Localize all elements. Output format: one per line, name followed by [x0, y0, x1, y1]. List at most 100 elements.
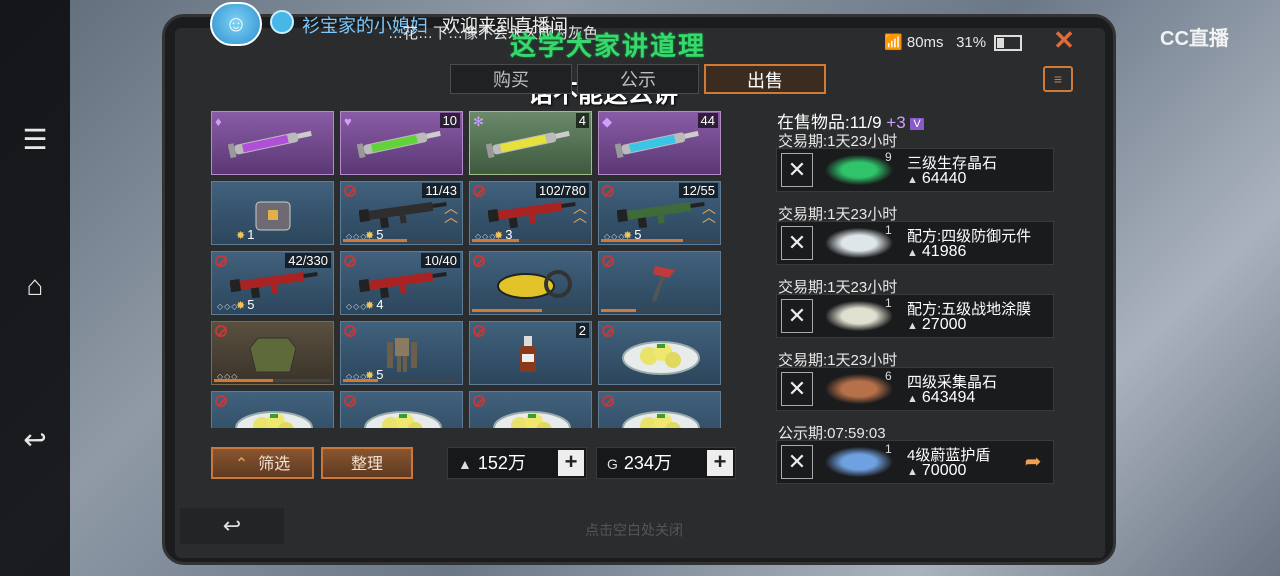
item-count: 11/43	[422, 183, 460, 198]
credit-amount: 152万	[477, 453, 526, 473]
item-level: 1	[236, 227, 254, 242]
sale-price: 70000	[907, 462, 967, 480]
remove-listing-icon[interactable]: ✕	[781, 372, 813, 406]
inventory-slot[interactable]	[598, 391, 721, 428]
untradable-icon	[602, 325, 614, 337]
filter-button[interactable]: ⌃ 筛选	[211, 447, 314, 479]
syringe-yellow-icon	[485, 124, 570, 159]
red-rifle-icon	[358, 264, 447, 299]
currency-gold: G 234万 +	[596, 447, 736, 479]
credit-icon: ▲	[458, 456, 472, 472]
close-hint: 点击空白处关闭	[585, 522, 683, 538]
item-level: 4	[365, 297, 383, 312]
inventory-slot[interactable]: 11/43◇◇◇5︿︿	[340, 181, 463, 245]
sale-row[interactable]: ✕6四级采集晶石643494	[776, 367, 1054, 411]
inventory-slot[interactable]: 42/330◇◇◇5	[211, 251, 334, 315]
inventory-slot[interactable]	[340, 391, 463, 428]
add-credits-button[interactable]: +	[558, 450, 584, 476]
untradable-icon	[344, 325, 356, 337]
inventory-slot[interactable]: ♥ 10	[340, 111, 463, 175]
inventory-slot[interactable]: ◇◇◇	[211, 321, 334, 385]
rarity-corner-icon: ♦	[215, 114, 222, 129]
inventory-slot[interactable]: 102/780◇◇◇3︿︿	[469, 181, 592, 245]
sale-row[interactable]: ✕1配方:四级防御元件41986	[776, 221, 1054, 265]
inventory-slot[interactable]	[211, 391, 334, 428]
trade-log-icon[interactable]: ≡	[1043, 66, 1073, 92]
durability-bar	[601, 239, 718, 242]
sale-row[interactable]: ✕14级蔚蓝护盾70000➦	[776, 440, 1054, 484]
battery-icon	[994, 35, 1023, 52]
item-count: 42/330	[285, 253, 331, 268]
tab-buy[interactable]: 购买	[450, 64, 572, 94]
food-plate-icon	[621, 336, 700, 375]
menu-icon[interactable]: ☰	[15, 120, 55, 160]
untradable-icon	[215, 255, 227, 267]
food-plate-icon	[621, 406, 700, 428]
untradable-icon	[473, 325, 485, 337]
inventory-slot[interactable]: 10/40◇◇◇4	[340, 251, 463, 315]
inventory-slot[interactable]: ♦	[211, 111, 334, 175]
ping-text: 80ms	[906, 34, 944, 51]
battery-text: 31%	[956, 34, 987, 51]
upgrade-chevron-icon: ︿ ︿	[702, 200, 716, 225]
untradable-icon	[215, 395, 227, 407]
inventory-slot[interactable]: 2	[469, 321, 592, 385]
tab-sell[interactable]: 出售	[704, 64, 826, 94]
durability-bar	[214, 379, 331, 382]
untradable-icon	[602, 395, 614, 407]
inventory-slot[interactable]: 12/55◇◇◇5︿︿	[598, 181, 721, 245]
sale-price: 643494	[907, 389, 975, 407]
sale-qty: 6	[885, 369, 892, 383]
sale-entry: 交易期:1天23小时✕6四级采集晶石643494	[776, 349, 1054, 417]
streamer-avatar[interactable]: ☺	[210, 2, 262, 46]
remove-listing-icon[interactable]: ✕	[781, 226, 813, 260]
sale-row[interactable]: ✕9三级生存晶石64440	[776, 148, 1054, 192]
inventory-slot[interactable]: 1	[211, 181, 334, 245]
durability-bar	[472, 309, 589, 312]
durability-bar	[343, 239, 460, 242]
sale-price: 41986	[907, 243, 967, 261]
sort-button[interactable]: 整理	[321, 447, 413, 479]
remove-listing-icon[interactable]: ✕	[781, 299, 813, 333]
inventory-slot[interactable]: ◆ 44	[598, 111, 721, 175]
syringe-green-icon	[356, 124, 441, 159]
remove-listing-icon[interactable]: ✕	[781, 153, 813, 187]
untradable-icon	[602, 185, 614, 197]
gold-amount: 234万	[623, 453, 672, 473]
add-gold-button[interactable]: +	[707, 450, 733, 476]
inventory-slot[interactable]	[469, 251, 592, 315]
chainsaw-icon	[496, 264, 572, 299]
home-icon[interactable]: ⌂	[15, 266, 55, 306]
back-nav-icon[interactable]: ↩	[15, 420, 55, 460]
rarity-corner-icon: ✻	[473, 114, 484, 129]
inventory-slot[interactable]	[598, 251, 721, 315]
item-count: 10	[439, 113, 460, 128]
inventory-slot[interactable]: ◇◇◇5	[340, 321, 463, 385]
tab-public[interactable]: 公示	[577, 64, 699, 94]
food-plate-icon	[363, 406, 442, 428]
inventory-slot[interactable]	[598, 321, 721, 385]
syringe-purple-icon	[227, 124, 312, 159]
inventory-slot[interactable]	[469, 391, 592, 428]
remove-listing-icon[interactable]: ✕	[781, 445, 813, 479]
exoskeleton-icon	[367, 334, 437, 372]
return-icon[interactable]: ↩	[180, 508, 284, 544]
item-level: 5	[236, 297, 254, 312]
durability-bar	[601, 309, 718, 312]
durability-bar	[343, 379, 460, 382]
share-icon[interactable]: ➦	[1019, 449, 1047, 475]
inventory-slot[interactable]: ✻ 4	[469, 111, 592, 175]
sale-row[interactable]: ✕1配方:五级战地涂膜27000	[776, 294, 1054, 338]
filter-label: 筛选	[258, 456, 291, 473]
sale-entry: 公示期:07:59:03✕14级蔚蓝护盾70000➦	[776, 422, 1054, 484]
close-icon[interactable]: ✕	[1050, 26, 1078, 54]
sale-entry: 交易期:1天23小时✕1配方:五级战地涂膜27000	[776, 276, 1054, 344]
gold-icon: G	[607, 456, 618, 472]
level-badge-icon	[270, 10, 294, 34]
sale-qty: 1	[885, 223, 892, 237]
upgrade-chevron-icon: ︿ ︿	[573, 200, 587, 225]
upgrade-chevron-icon: ︿ ︿	[444, 200, 458, 225]
red-assault-rifle-icon	[229, 264, 318, 299]
sale-qty: 1	[885, 442, 892, 456]
item-count: 10/40	[421, 253, 460, 268]
